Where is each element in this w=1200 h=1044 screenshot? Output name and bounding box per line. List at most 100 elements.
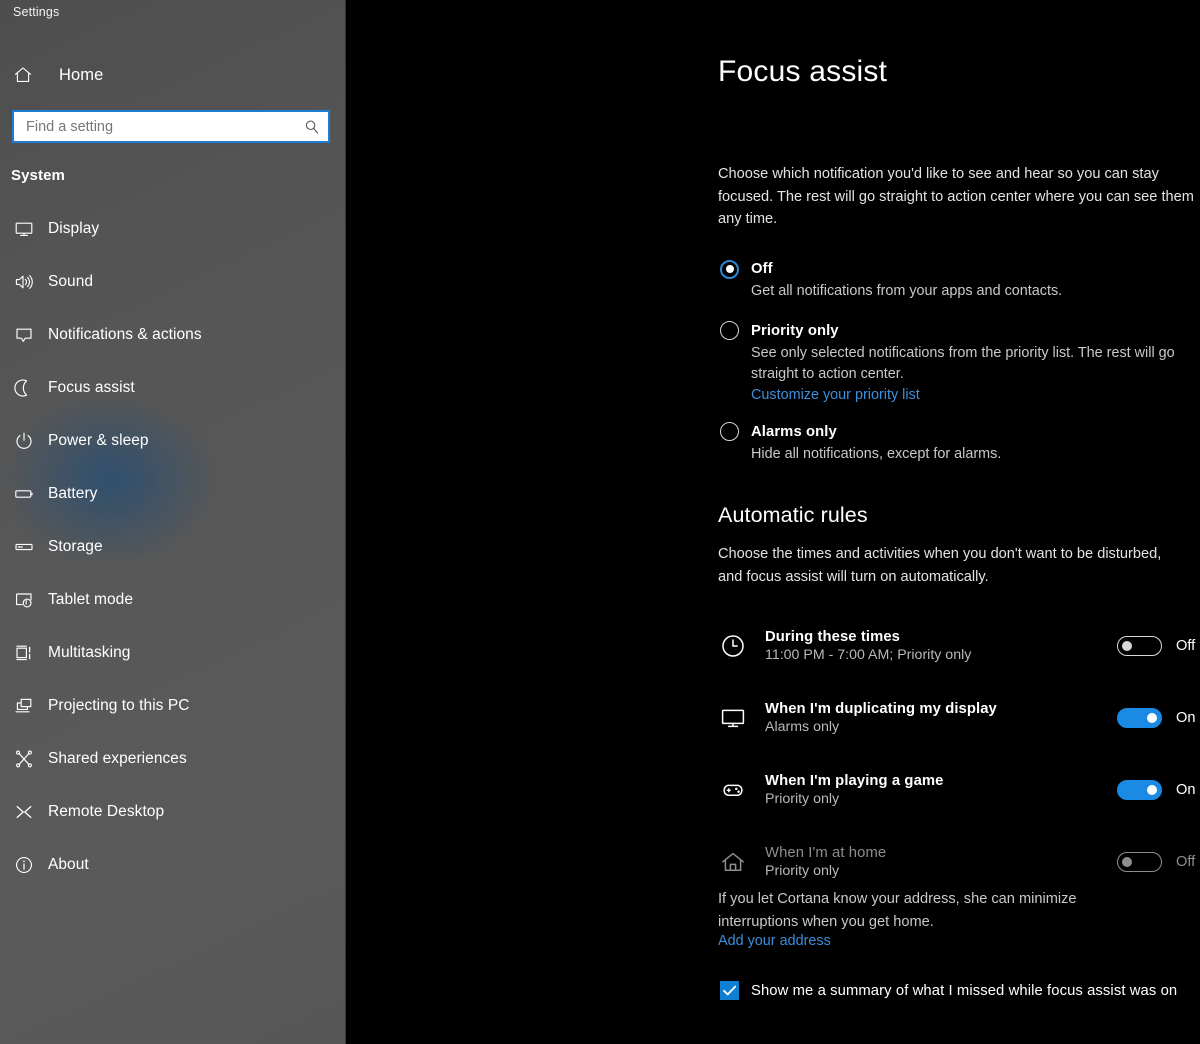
toggle-switch[interactable] — [1117, 852, 1162, 872]
home-icon — [13, 65, 43, 85]
sidebar-item-focus-assist[interactable]: Focus assist — [0, 361, 346, 414]
rule-row-during-these-times[interactable]: During these times 11:00 PM - 7:00 AM; P… — [720, 610, 1200, 682]
radio-button-icon[interactable] — [720, 422, 739, 441]
sidebar-item-about[interactable]: About — [0, 838, 346, 891]
radio-description: Hide all notifications, except for alarm… — [751, 445, 1002, 462]
sidebar-nav-list: Display Sound Notifications & actions Fo… — [0, 202, 346, 891]
sidebar-home-label: Home — [59, 65, 104, 84]
sidebar-item-label: Sound — [48, 272, 94, 290]
sidebar-item-battery[interactable]: Battery — [0, 467, 346, 520]
rule-text: When I'm at home Priority only — [765, 845, 1117, 879]
checkbox-checked-icon[interactable] — [720, 981, 739, 1000]
house-icon — [720, 849, 754, 875]
search-input[interactable] — [26, 118, 302, 135]
toggle-state-label: On — [1176, 710, 1196, 726]
clock-icon — [720, 633, 754, 659]
notification-balloon-icon — [11, 325, 37, 345]
automatic-rules-description: Choose the times and activities when you… — [718, 546, 1162, 585]
rule-title: When I'm at home — [765, 845, 887, 861]
radio-option-alarms-only[interactable]: Alarms only Hide all notifications, exce… — [720, 421, 1200, 466]
sidebar-item-projecting-to-this-pc[interactable]: Projecting to this PC — [0, 679, 346, 732]
radio-label: Priority only — [751, 322, 839, 339]
info-icon — [11, 855, 37, 875]
rule-subtitle: 11:00 PM - 7:00 AM; Priority only — [765, 647, 972, 663]
monitor-icon — [11, 219, 37, 239]
sidebar-item-storage[interactable]: Storage — [0, 520, 346, 573]
sidebar-item-multitasking[interactable]: Multitasking — [0, 626, 346, 679]
toggle-state-label: Off — [1176, 638, 1196, 654]
sidebar-item-display[interactable]: Display — [0, 202, 346, 255]
rule-subtitle: Priority only — [765, 791, 840, 807]
tablet-touch-icon — [11, 590, 37, 610]
toggle-switch[interactable] — [1117, 708, 1162, 728]
gamepad-icon — [720, 777, 754, 803]
toggle-state-label: Off — [1176, 854, 1196, 870]
rule-row-playing-a-game[interactable]: When I'm playing a game Priority only On — [720, 754, 1200, 826]
sidebar-item-label: Projecting to this PC — [48, 696, 190, 714]
focus-mode-radio-group: Off Get all notifications from your apps… — [720, 258, 1200, 465]
search-box[interactable] — [12, 110, 330, 143]
page-title: Focus assist — [718, 55, 888, 88]
rule-toggle-wrap[interactable]: Off — [1117, 636, 1200, 656]
sidebar-item-label: Focus assist — [48, 378, 135, 396]
sidebar-item-remote-desktop[interactable]: Remote Desktop — [0, 785, 346, 838]
rule-row-duplicating-display[interactable]: When I'm duplicating my display Alarms o… — [720, 682, 1200, 754]
summary-checkbox-label: Show me a summary of what I missed while… — [751, 982, 1178, 999]
sidebar-section-header: System — [11, 167, 65, 184]
radio-button-selected-icon[interactable] — [720, 259, 739, 279]
battery-icon — [11, 484, 37, 504]
rule-title: During these times — [765, 629, 901, 645]
sidebar-item-label: Display — [48, 219, 100, 237]
multitasking-icon — [11, 643, 37, 663]
automatic-rules-list: During these times 11:00 PM - 7:00 AM; P… — [720, 610, 1200, 898]
settings-sidebar: Settings Home System — [0, 0, 346, 1044]
sidebar-item-label: Shared experiences — [48, 749, 187, 767]
sidebar-item-label: About — [48, 855, 89, 873]
sidebar-item-power-sleep[interactable]: Power & sleep — [0, 414, 346, 467]
settings-window: Settings Home System — [0, 0, 1200, 1044]
sidebar-item-sound[interactable]: Sound — [0, 255, 346, 308]
rule-title: When I'm duplicating my display — [765, 701, 997, 717]
rule-toggle-wrap[interactable]: On — [1117, 708, 1200, 728]
search-icon[interactable] — [302, 119, 322, 135]
add-your-address-link[interactable]: Add your address — [718, 933, 831, 949]
toggle-switch[interactable] — [1117, 780, 1162, 800]
radio-button-icon[interactable] — [720, 321, 739, 340]
sidebar-item-shared-experiences[interactable]: Shared experiences — [0, 732, 346, 785]
sidebar-item-home[interactable]: Home — [0, 58, 346, 92]
sidebar-item-label: Tablet mode — [48, 590, 133, 608]
window-title: Settings — [13, 5, 60, 19]
speaker-icon — [11, 272, 37, 292]
power-icon — [11, 431, 37, 451]
sidebar-item-tablet-mode[interactable]: Tablet mode — [0, 573, 346, 626]
remote-desktop-icon — [11, 802, 37, 822]
monitor-icon — [720, 705, 754, 731]
radio-description: See only selected notifications from the… — [751, 344, 1175, 383]
customize-priority-list-link[interactable]: Customize your priority list — [751, 387, 920, 403]
sidebar-item-label: Notifications & actions — [48, 325, 202, 343]
radio-option-off[interactable]: Off Get all notifications from your apps… — [720, 258, 1200, 303]
main-content: Focus assist Choose which notification y… — [346, 0, 1200, 1044]
sidebar-item-notifications-actions[interactable]: Notifications & actions — [0, 308, 346, 361]
summary-checkbox-row[interactable]: Show me a summary of what I missed while… — [720, 981, 1177, 1000]
rule-subtitle: Alarms only — [765, 719, 840, 735]
rule-text: When I'm duplicating my display Alarms o… — [765, 701, 1117, 735]
automatic-rules-heading: Automatic rules — [718, 503, 868, 527]
rule-title: When I'm playing a game — [765, 773, 944, 789]
sidebar-item-label: Power & sleep — [48, 431, 149, 449]
rule-toggle-wrap[interactable]: Off — [1117, 852, 1200, 872]
intro-description: Choose which notification you'd like to … — [718, 166, 1194, 227]
toggle-switch[interactable] — [1117, 636, 1162, 656]
sidebar-item-label: Battery — [48, 484, 98, 502]
rule-toggle-wrap[interactable]: On — [1117, 780, 1200, 800]
rule-subtitle: Priority only — [765, 863, 840, 879]
radio-description: Get all notifications from your apps and… — [751, 283, 1063, 299]
sidebar-item-label: Multitasking — [48, 643, 131, 661]
cortana-address-note: If you let Cortana know your address, sh… — [718, 891, 1077, 930]
rule-text: When I'm playing a game Priority only — [765, 773, 1117, 807]
sidebar-item-label: Remote Desktop — [48, 802, 165, 820]
radio-label: Alarms only — [751, 423, 837, 440]
projecting-icon — [11, 696, 37, 716]
sidebar-item-label: Storage — [48, 537, 103, 555]
radio-option-priority-only[interactable]: Priority only See only selected notifica… — [720, 320, 1200, 404]
